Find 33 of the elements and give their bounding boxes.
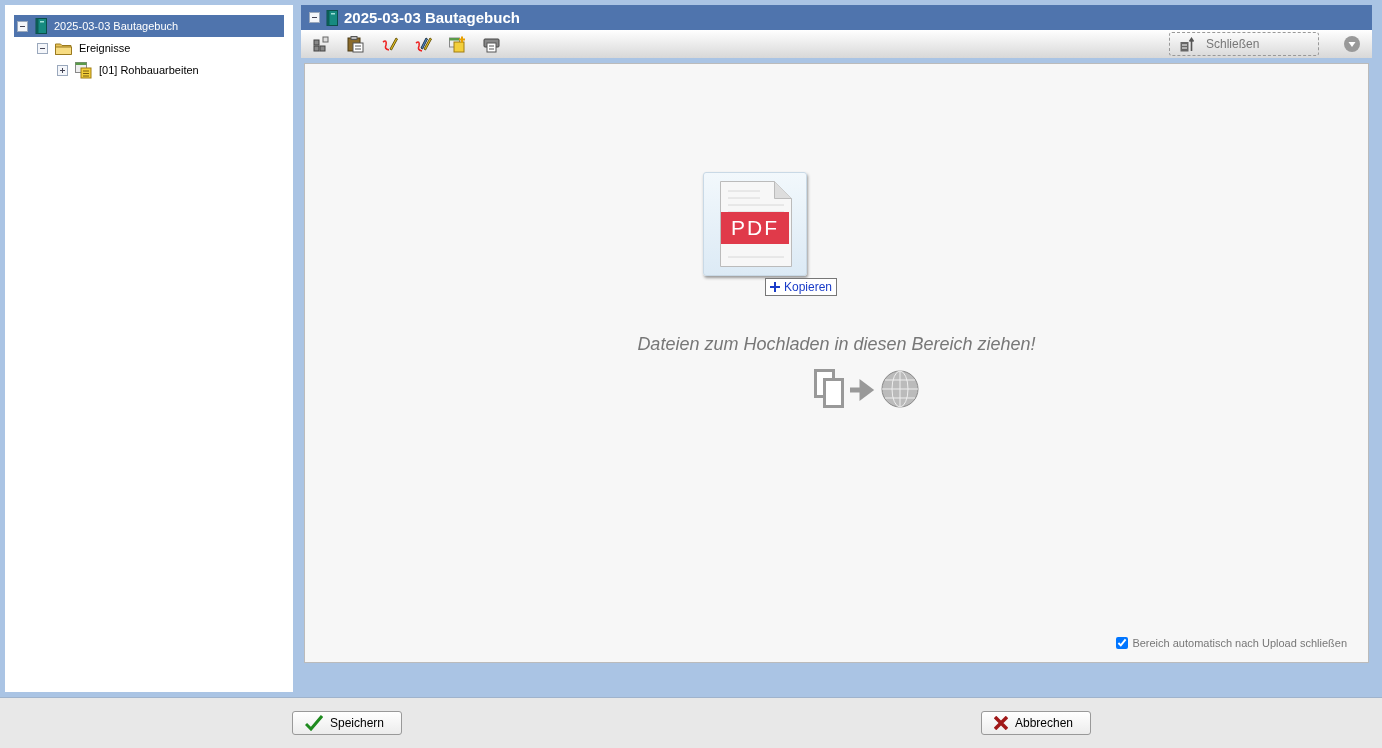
tree-item[interactable]: 2025-03-03 Bautagebuch — [14, 15, 284, 37]
close-icon — [994, 716, 1008, 730]
tree-toggle-icon[interactable] — [37, 42, 48, 54]
files-to-globe-icon — [813, 369, 920, 409]
tree-toggle-icon[interactable] — [17, 20, 28, 32]
tree-item[interactable]: [01] Rohbauarbeiten — [54, 59, 284, 81]
collapse-toggle-icon[interactable] — [309, 12, 320, 23]
printer-icon[interactable] — [483, 35, 500, 53]
drop-zone[interactable]: PDF Kopieren Dateien zum Hochladen in diesen Bereich ziehen! Bereich automatisch nach Upload schließen — [304, 63, 1369, 663]
tree-item[interactable]: Ereignisse — [34, 37, 284, 59]
cancel-button[interactable]: Abbrechen — [981, 711, 1091, 735]
dropdown-icon[interactable] — [1344, 36, 1360, 52]
calendar-note-icon — [75, 61, 92, 79]
checkmark-icon — [305, 715, 323, 731]
auto-close-label: Bereich automatisch nach Upload schließen — [1132, 637, 1347, 649]
signature-pen-icon[interactable] — [381, 35, 398, 53]
copy-tooltip: Kopieren — [765, 278, 838, 296]
book-icon — [35, 18, 47, 34]
clipboard-icon[interactable] — [347, 35, 364, 53]
folder-icon — [55, 41, 72, 55]
multi-signature-icon[interactable] — [415, 35, 432, 53]
tree-toggle-icon[interactable] — [57, 64, 68, 76]
file-type-label: PDF — [721, 212, 789, 244]
auto-close-checkbox[interactable] — [1116, 637, 1129, 649]
book-icon — [326, 9, 338, 26]
drop-hint: Dateien zum Hochladen in diesen Bereich ziehen! — [636, 334, 1037, 355]
document-up-arrow-icon — [1180, 36, 1194, 52]
add-calendar-note-icon[interactable] — [449, 35, 466, 53]
plus-icon — [770, 282, 780, 292]
save-button[interactable]: Speichern — [292, 711, 402, 735]
panel-title: 2025-03-03 Bautagebuch — [344, 9, 520, 26]
layout-icon[interactable] — [313, 35, 330, 53]
close-button[interactable]: Schließen — [1169, 32, 1319, 56]
